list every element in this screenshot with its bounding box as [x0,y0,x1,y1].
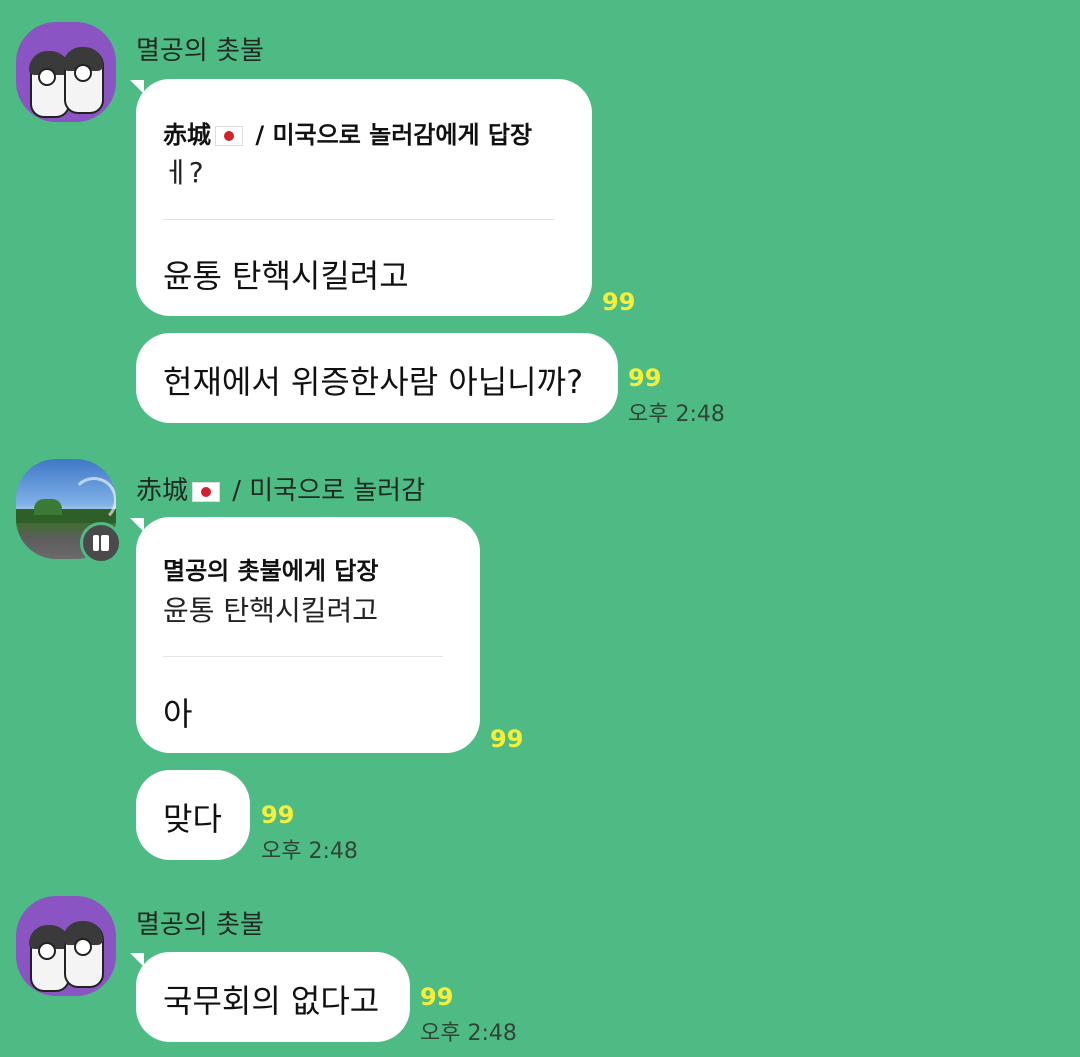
sender-avatar[interactable] [16,22,116,122]
profile-badge-icon[interactable] [80,522,122,564]
reply-divider [163,219,555,220]
sender-avatar[interactable] [16,896,116,996]
message-text: 헌재에서 위증한사람 아닙니까? [163,363,584,401]
message-time: 오후 2:48 [261,839,358,864]
unread-count: 99 [420,983,454,1011]
message-bubble[interactable]: 赤城 / 미국으로 놀러감에게 답장 ㅔ? 윤통 탄핵시킬려고 [136,79,592,316]
unread-count: 99 [628,364,662,392]
reply-header: 赤城 / 미국으로 놀러감에게 답장 [163,121,533,149]
reply-quote: 윤통 탄핵시킬려고 [163,594,378,627]
message-text: 윤통 탄핵시킬려고 [163,257,409,295]
unread-count: 99 [490,725,524,753]
message-bubble[interactable]: 맞다 [136,770,250,860]
message-bubble[interactable]: 멸공의 촛불에게 답장 윤통 탄핵시킬려고 아 [136,517,480,753]
reply-header: 멸공의 촛불에게 답장 [163,557,379,585]
sender-name: 赤城 / 미국으로 놀러감 [136,476,426,506]
message-text: 국무회의 없다고 [163,982,380,1020]
message-text: 아 [163,695,193,733]
unread-count: 99 [602,288,636,316]
japan-flag-icon [192,481,221,502]
message-bubble[interactable]: 헌재에서 위증한사람 아닙니까? [136,333,618,423]
penguin-avatar-icon [16,22,116,122]
message-time: 오후 2:48 [628,402,725,427]
penguin-avatar-icon [16,896,116,996]
sender-name: 멸공의 촛불 [136,910,264,940]
reply-divider [163,656,443,657]
sender-name: 멸공의 촛불 [136,36,264,66]
message-time: 오후 2:48 [420,1021,517,1046]
message-bubble[interactable]: 국무회의 없다고 [136,952,410,1042]
unread-count: 99 [261,801,295,829]
japan-flag-icon [215,126,243,146]
reply-quote: ㅔ? [163,156,204,189]
message-text: 맞다 [163,800,222,838]
